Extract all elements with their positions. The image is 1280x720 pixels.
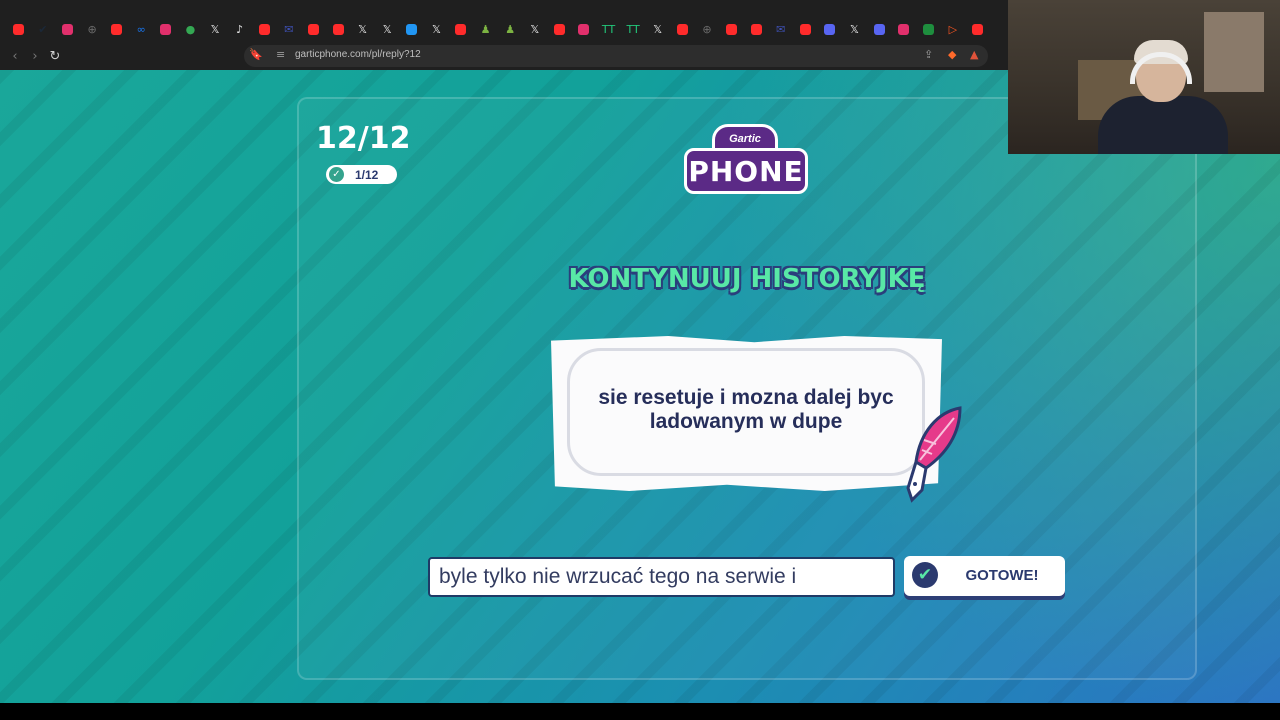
tab-x-icon[interactable]: 𝕏 xyxy=(350,21,375,37)
tab-mail-icon[interactable]: ✉ xyxy=(277,21,302,37)
webcam-overlay xyxy=(1008,0,1280,154)
done-button-label: GOTOWE! xyxy=(965,567,1039,584)
tab-x-icon[interactable]: 𝕏 xyxy=(645,21,670,37)
done-count-text: 1/12 xyxy=(355,168,379,182)
tab-youtube-icon[interactable] xyxy=(326,21,351,37)
tab-youtube-icon[interactable] xyxy=(252,21,277,37)
brave-rewards-icon[interactable]: ▲ xyxy=(970,48,978,61)
tab-maps-icon[interactable]: ● xyxy=(178,21,203,37)
tab-play-icon[interactable]: ▷ xyxy=(941,21,966,37)
youtube-icon xyxy=(726,23,738,35)
tab-youtube-icon[interactable] xyxy=(547,21,572,37)
youtube-icon xyxy=(332,23,344,35)
youtube-icon xyxy=(799,23,811,35)
bookmark-icon[interactable]: 🔖 xyxy=(249,48,263,61)
bottom-bar xyxy=(0,703,1280,720)
youtube-icon xyxy=(971,23,983,35)
tab-instagram-icon[interactable] xyxy=(55,21,80,37)
prompt-card: sie resetuje i mozna dalej byc ladowanym… xyxy=(551,336,942,491)
youtube-icon xyxy=(12,23,24,35)
tab-sheets-icon[interactable] xyxy=(916,21,941,37)
check-icon: ✔ xyxy=(912,562,938,588)
answer-input[interactable] xyxy=(428,557,895,597)
webcam-window xyxy=(1204,12,1264,92)
youtube-icon xyxy=(455,23,467,35)
round-counter: 12/12 xyxy=(316,121,411,156)
tab-app-icon[interactable] xyxy=(400,21,425,37)
site-info-icon[interactable]: ≡ xyxy=(276,48,285,61)
brave-shield-icon[interactable]: ◆ xyxy=(948,48,956,61)
tab-youtube-icon[interactable] xyxy=(793,21,818,37)
youtube-icon xyxy=(258,23,270,35)
instagram-icon xyxy=(160,23,172,35)
share-icon[interactable]: ⇪ xyxy=(924,48,933,61)
tab-chess-icon[interactable]: ♟ xyxy=(498,21,523,37)
reload-icon[interactable]: ↻ xyxy=(46,47,64,65)
discord-icon xyxy=(824,23,836,35)
youtube-icon xyxy=(553,23,565,35)
tab-discord-icon[interactable] xyxy=(818,21,843,37)
instagram-icon xyxy=(898,23,910,35)
prompt-text: sie resetuje i mozna dalej byc ladowanym… xyxy=(598,386,894,433)
tab-tiktok-icon[interactable]: ♪ xyxy=(227,21,252,37)
tab-instagram-icon[interactable] xyxy=(572,21,597,37)
youtube-icon xyxy=(111,23,123,35)
discord-icon xyxy=(873,23,885,35)
address-bar[interactable]: 🔖 ≡ garticphone.com/pl/reply?12 ⇪ ◆ ▲ xyxy=(244,45,988,67)
tab-youtube-icon[interactable] xyxy=(719,21,744,37)
logo-bottom: PHONE xyxy=(684,148,808,194)
streamer-body xyxy=(1098,96,1228,154)
sheets-icon xyxy=(922,23,934,35)
instagram-icon xyxy=(578,23,590,35)
tab-x-icon[interactable]: 𝕏 xyxy=(203,21,228,37)
youtube-icon xyxy=(676,23,688,35)
done-button[interactable]: ✔ GOTOWE! xyxy=(904,556,1065,596)
youtube-icon xyxy=(307,23,319,35)
tab-youtube-icon[interactable] xyxy=(449,21,474,37)
feather-pen-icon xyxy=(906,406,962,503)
youtube-icon xyxy=(750,23,762,35)
tab-youtube-icon[interactable] xyxy=(670,21,695,37)
tab-chess-icon[interactable]: ♟ xyxy=(473,21,498,37)
tab-globe-icon[interactable]: ⊕ xyxy=(80,21,105,37)
done-count-badge: ✓ 1/12 xyxy=(326,165,397,184)
tab-mail-icon[interactable]: ✉ xyxy=(768,21,793,37)
forward-icon[interactable]: › xyxy=(26,47,44,65)
back-icon[interactable]: ‹ xyxy=(6,47,24,65)
url-text[interactable]: garticphone.com/pl/reply?12 xyxy=(295,49,421,60)
browser-toolbar: ‹ › ↻ 🔖 ≡ garticphone.com/pl/reply?12 ⇪ … xyxy=(0,42,1010,70)
tab-instagram-icon[interactable] xyxy=(154,21,179,37)
tab-youtube-icon[interactable] xyxy=(301,21,326,37)
tab-x-icon[interactable]: 𝕏 xyxy=(522,21,547,37)
tab-youtube-icon[interactable] xyxy=(744,21,769,37)
tab-x-icon[interactable]: 𝕏 xyxy=(375,21,400,37)
instagram-icon xyxy=(61,23,73,35)
logo-text-top: Gartic xyxy=(729,133,761,145)
tab-tt-icon[interactable]: TT xyxy=(596,21,621,37)
tab-youtube-icon[interactable] xyxy=(6,21,31,37)
logo-text-bottom: PHONE xyxy=(688,155,804,188)
gartic-phone-logo: Gartic PHONE xyxy=(684,124,808,198)
tab-globe-icon[interactable]: ⊕ xyxy=(695,21,720,37)
page-heading: KONTYNUUJ HISTORYJKĘ xyxy=(568,264,926,294)
tab-discord-icon[interactable] xyxy=(867,21,892,37)
tab-x-icon[interactable]: 𝕏 xyxy=(424,21,449,37)
tab-meta-icon[interactable]: ∞ xyxy=(129,21,154,37)
tab-instagram-icon[interactable] xyxy=(891,21,916,37)
tab-youtube-icon[interactable] xyxy=(965,21,990,37)
check-icon: ✓ xyxy=(329,167,344,182)
tab-favicons: ✔ ⊕ ∞ ● 𝕏 ♪ ✉ 𝕏 𝕏 𝕏 ♟ ♟ 𝕏 TT TT 𝕏 ⊕ ✉ 𝕏 ▷ xyxy=(6,21,990,37)
tab-tt-icon[interactable]: TT xyxy=(621,21,646,37)
app-icon xyxy=(406,23,418,35)
tab-x-icon[interactable]: 𝕏 xyxy=(842,21,867,37)
tab-steam-icon[interactable]: ✔ xyxy=(31,21,56,37)
tab-youtube-icon[interactable] xyxy=(104,21,129,37)
